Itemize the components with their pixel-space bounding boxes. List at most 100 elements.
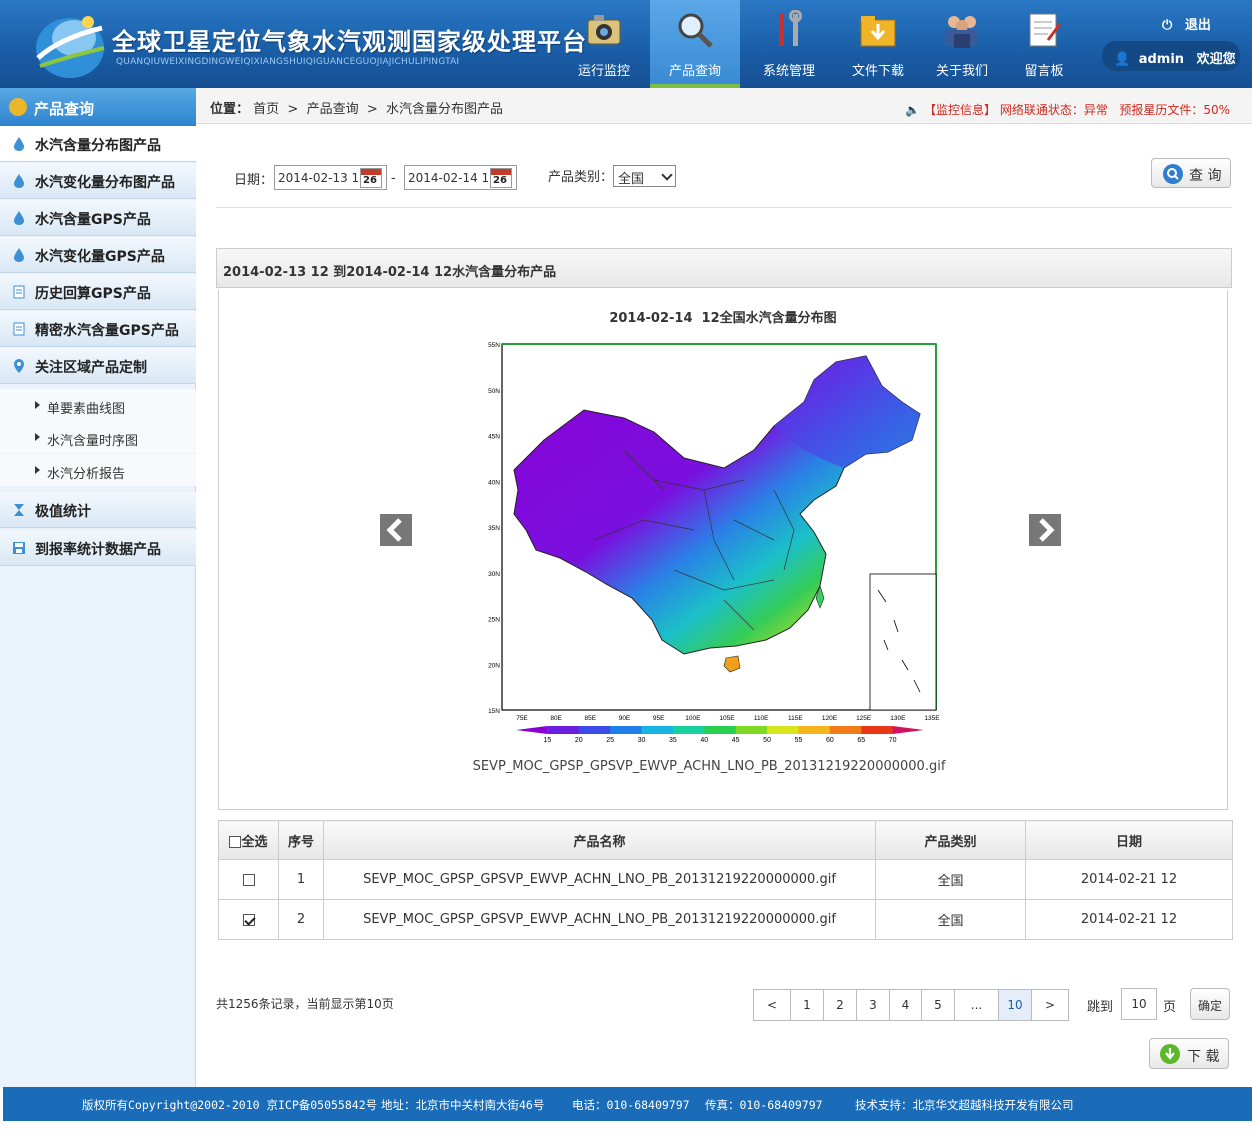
user-icon: 👤 [1114, 52, 1131, 67]
download-button[interactable]: 下 载 [1149, 1038, 1229, 1069]
sidebar-item-label: 水汽变化量GPS产品 [35, 249, 165, 265]
tools-icon [779, 10, 802, 46]
table-row[interactable]: 1 SEVP_MOC_GPSP_GPSVP_EWVP_ACHN_LNO_PB_2… [218, 859, 1233, 900]
save-disk-icon [13, 542, 25, 554]
pager-page-1[interactable]: 1 [790, 989, 824, 1021]
sidebar-item-label: 关注区域产品定制 [35, 360, 147, 376]
search-icon [1163, 164, 1183, 184]
latitude-label: 35N [488, 525, 500, 532]
sidebar-item-water-vapor-gps[interactable]: 水汽含量GPS产品 [0, 200, 196, 236]
latitude-label: 15N [488, 708, 500, 715]
colorbar-segment [767, 726, 799, 734]
row-checkbox[interactable] [242, 913, 255, 926]
nav-about-us[interactable]: 关于我们 [917, 0, 1007, 88]
sidebar-item-arrival-rate[interactable]: 到报率统计数据产品 [0, 530, 196, 566]
row-type: 全国 [875, 899, 1026, 940]
table-row[interactable]: 2 SEVP_MOC_GPSP_GPSVP_EWVP_ACHN_LNO_PB_2… [218, 899, 1233, 940]
app-subtitle: QUANQIUWEIXINGDINGWEIQIXIANGSHUIQIGUANCE… [116, 57, 460, 67]
row-name[interactable]: SEVP_MOC_GPSP_GPSVP_EWVP_ACHN_LNO_PB_201… [323, 899, 876, 940]
sidebar-subitem-label: 单要素曲线图 [47, 402, 126, 417]
sidebar-item-label: 精密水汽含量GPS产品 [35, 323, 179, 339]
row-checkbox[interactable] [242, 873, 255, 886]
sidebar-subitem-analysis-report[interactable]: 水汽分析报告 [0, 454, 196, 486]
latitude-label: 25N [488, 617, 500, 624]
colorbar-label: 50 [763, 737, 771, 744]
product-table: 全选 序号 产品名称 产品类别 日期 1 SEVP_MOC_GPSP_GPSVP… [218, 820, 1233, 940]
map-filename: SEVP_MOC_GPSP_GPSVP_EWVP_ACHN_LNO_PB_201… [472, 759, 946, 774]
colorbar-label: 30 [638, 737, 646, 744]
sidebar-header: 产品查询 [0, 88, 196, 126]
username: admin [1138, 52, 1185, 67]
pager-page-3[interactable]: 3 [856, 989, 890, 1021]
calendar-icon[interactable]: 26 [490, 168, 512, 188]
latitude-label: 50N [488, 388, 500, 395]
nav-label: 关于我们 [935, 64, 988, 79]
pager-page-10[interactable]: 10 [998, 989, 1032, 1021]
product-type-select[interactable]: 全国 [613, 165, 676, 187]
header: 全球卫星定位气象水汽观测国家级处理平台 QUANQIUWEIXINGDINGWE… [0, 0, 1252, 88]
sidebar-item-water-vapor-change-distribution[interactable]: 水汽变化量分布图产品 [0, 163, 196, 199]
sidebar-item-precise-gps[interactable]: 精密水汽含量GPS产品 [0, 311, 196, 347]
pager-page-2[interactable]: 2 [823, 989, 857, 1021]
result-panel-title-text: 2014-02-13 12 到2014-02-14 12水汽含量分布产品 [223, 265, 557, 280]
sidebar-item-region-custom[interactable]: 关注区域产品定制 [0, 348, 196, 384]
query-button[interactable]: 查 询 [1151, 158, 1231, 188]
logout-button[interactable]: ⏻ 退出 [1162, 14, 1211, 33]
colorbar-label: 40 [700, 737, 708, 744]
nav-run-monitor[interactable]: 运行监控 [559, 0, 649, 88]
end-date-input[interactable]: 2014-02-14 12 26 [404, 165, 517, 190]
water-drop-icon [14, 137, 24, 151]
select-all-checkbox[interactable] [229, 836, 242, 848]
product-type-value: 全国 [618, 172, 645, 187]
latitude-label: 20N [488, 662, 500, 669]
start-date-input[interactable]: 2014-02-13 12 26 [274, 165, 387, 190]
nav-label: 留言板 [1024, 64, 1064, 79]
latitude-label: 55N [488, 342, 500, 349]
colorbar-segment [672, 726, 705, 734]
column-header-no: 序号 [278, 820, 324, 860]
colorbar-label: 65 [857, 737, 865, 744]
confirm-button[interactable]: 确定 [1190, 988, 1230, 1020]
nav-file-download[interactable]: 文件下载 [833, 0, 923, 88]
nav-product-query[interactable]: 产品查询 [650, 0, 740, 88]
next-image-button[interactable] [1029, 514, 1061, 546]
footer-support: 技术支持：北京华文超越科技开发有限公司 [855, 1098, 1074, 1112]
longitude-label: 100E [685, 715, 701, 722]
breadcrumb-path: 首页 > 产品查询 > 水汽含量分布图产品 [253, 102, 504, 117]
pager-page-5[interactable]: 5 [921, 989, 955, 1021]
footer-copyright: 版权所有Copyright@2002-2010 京ICP备05055842号 [82, 1098, 378, 1112]
colorbar-label: 70 [889, 737, 897, 744]
sidebar-item-water-vapor-distribution[interactable]: 水汽含量分布图产品 [0, 126, 196, 162]
longitude-label: 90E [619, 715, 631, 722]
page-unit-label: 页 [1163, 1000, 1177, 1015]
sidebar-subitem-single-curve[interactable]: 单要素曲线图 [0, 389, 196, 421]
prev-image-button[interactable] [380, 514, 412, 546]
pager-page-4[interactable]: 4 [889, 989, 922, 1021]
row-date: 2014-02-21 12 [1025, 899, 1233, 940]
breadcrumb-label: 位置： [210, 102, 250, 117]
pager-next-button[interactable]: > [1031, 989, 1069, 1021]
jump-page-input[interactable]: 10 [1121, 988, 1157, 1020]
colorbar-segment [547, 726, 580, 734]
hourglass-icon [14, 504, 24, 516]
select-all-header[interactable]: 全选 [218, 820, 279, 860]
chevron-right-icon [1039, 518, 1055, 542]
water-drop-icon [14, 211, 24, 225]
row-name[interactable]: SEVP_MOC_GPSP_GPSVP_EWVP_ACHN_LNO_PB_201… [323, 859, 876, 900]
nav-label: 系统管理 [762, 64, 815, 79]
nav-message-board[interactable]: 留言板 [999, 0, 1089, 88]
sidebar-item-history-gps[interactable]: 历史回算GPS产品 [0, 274, 196, 310]
sidebar-item-water-vapor-change-gps[interactable]: 水汽变化量GPS产品 [0, 237, 196, 273]
column-header-type: 产品类别 [875, 820, 1026, 860]
sidebar-item-extreme-stats[interactable]: 极值统计 [0, 492, 196, 528]
calendar-icon[interactable]: 26 [360, 168, 382, 188]
row-date: 2014-02-21 12 [1025, 859, 1233, 900]
start-date-value: 2014-02-13 12 [278, 171, 367, 185]
pager-prev-button[interactable]: < [753, 989, 791, 1021]
nav-system-admin[interactable]: 系统管理 [744, 0, 834, 88]
longitude-label: 120E [822, 715, 838, 722]
footer-address: 地址：北京市中关村南大街46号 [381, 1098, 545, 1112]
sidebar-subitem-label: 水汽含量时序图 [47, 434, 139, 449]
sidebar-subitem-time-series[interactable]: 水汽含量时序图 [0, 421, 196, 453]
download-button-label: 下 载 [1187, 1049, 1220, 1065]
